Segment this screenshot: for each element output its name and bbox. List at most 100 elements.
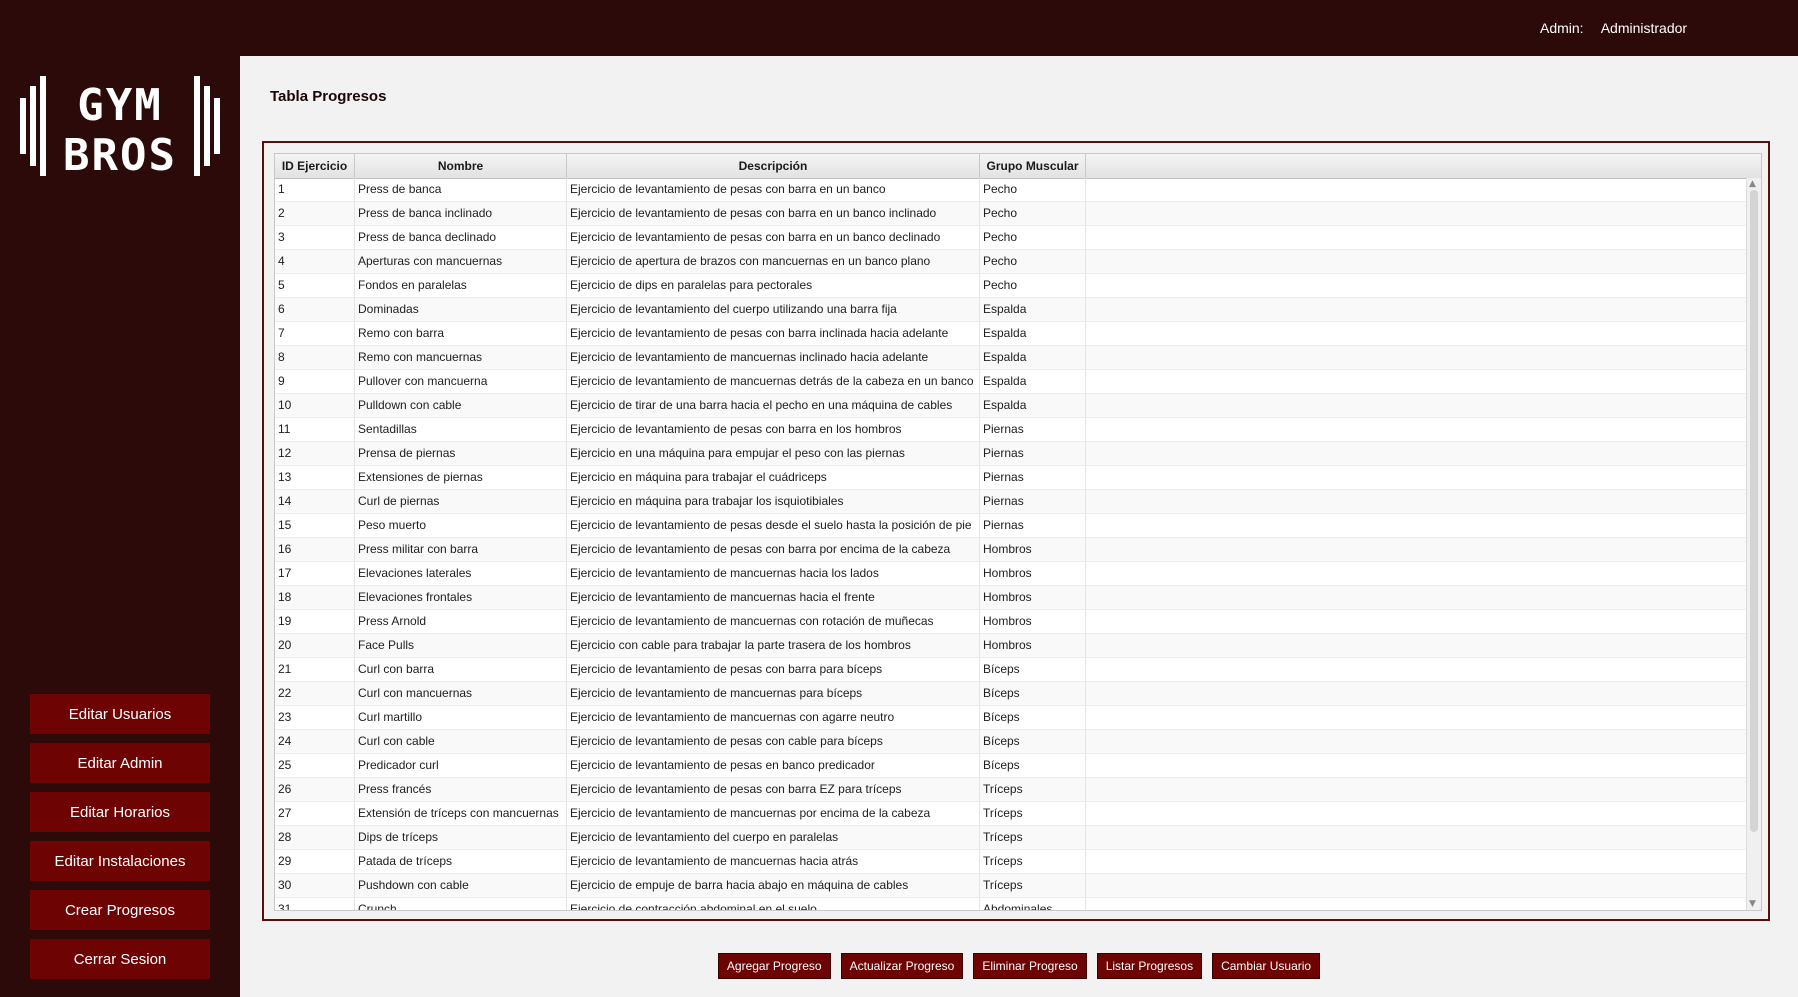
scrollbar-thumb[interactable] [1750, 190, 1758, 832]
cell-id: 27 [275, 802, 355, 825]
table-row[interactable]: 29 Patada de tríceps Ejercicio de levantam… [275, 850, 1748, 874]
cambiar-usuario-button[interactable]: Cambiar Usuario [1212, 953, 1321, 979]
cell-id: 5 [275, 274, 355, 297]
cell-filler [1086, 802, 1748, 825]
cell-grupo: Tríceps [980, 802, 1086, 825]
cell-filler [1086, 298, 1748, 321]
cell-descripcion: Ejercicio de levantamiento de mancuernas… [567, 706, 980, 729]
cell-descripcion: Ejercicio de levantamiento de pesas con … [567, 178, 980, 201]
progresos-table[interactable]: ID Ejercicio Nombre Descripción Grupo Mu… [274, 153, 1762, 911]
table-row[interactable]: 24 Curl con cable Ejercicio de levantamien… [275, 730, 1748, 754]
agregar-progreso-button[interactable]: Agregar Progreso [717, 953, 831, 979]
cell-nombre: Extensión de tríceps con mancuernas [355, 802, 567, 825]
cell-descripcion: Ejercicio de levantamiento de pesas con … [567, 778, 980, 801]
cell-descripcion: Ejercicio de levantamiento del cuerpo en… [567, 826, 980, 849]
cell-filler [1086, 634, 1748, 657]
cell-filler [1086, 898, 1748, 910]
cell-descripcion: Ejercicio de empuje de barra hacia abajo… [567, 874, 980, 897]
table-row[interactable]: 6 Dominadas Ejercicio de levantamiento del… [275, 298, 1748, 322]
editar-instalaciones-button[interactable]: Editar Instalaciones [30, 841, 210, 881]
table-row[interactable]: 11 Sentadillas Ejercicio de levantamiento … [275, 418, 1748, 442]
cell-filler [1086, 874, 1748, 897]
table-row[interactable]: 21 Curl con barra Ejercicio de levantamien… [275, 658, 1748, 682]
table-row[interactable]: 22 Curl con mancuernas Ejercicio de levant… [275, 682, 1748, 706]
cell-id: 25 [275, 754, 355, 777]
cell-filler [1086, 754, 1748, 777]
cell-nombre: Press francés [355, 778, 567, 801]
cell-descripcion: Ejercicio en una máquina para empujar el… [567, 442, 980, 465]
col-header-descripcion[interactable]: Descripción [567, 154, 980, 178]
cell-descripcion: Ejercicio de levantamiento de pesas en b… [567, 754, 980, 777]
cell-id: 7 [275, 322, 355, 345]
cell-id: 1 [275, 178, 355, 201]
cell-descripcion: Ejercicio de levantamiento de pesas con … [567, 730, 980, 753]
table-frame: ID Ejercicio Nombre Descripción Grupo Mu… [262, 141, 1770, 921]
table-row[interactable]: 9 Pullover con mancuerna Ejercicio de leva… [275, 370, 1748, 394]
cell-nombre: Pushdown con cable [355, 874, 567, 897]
table-row[interactable]: 2 Press de banca inclinado Ejercicio de le… [275, 202, 1748, 226]
cell-id: 15 [275, 514, 355, 537]
cell-id: 9 [275, 370, 355, 393]
table-row[interactable]: 23 Curl martillo Ejercicio de levantamient… [275, 706, 1748, 730]
col-header-nombre[interactable]: Nombre [355, 154, 567, 178]
cell-id: 11 [275, 418, 355, 441]
listar-progresos-button[interactable]: Listar Progresos [1096, 953, 1203, 979]
actualizar-progreso-button[interactable]: Actualizar Progreso [840, 953, 964, 979]
table-row[interactable]: 1 Press de banca Ejercicio de levantamient… [275, 178, 1748, 202]
table-row[interactable]: 20 Face Pulls Ejercicio con cable para tra… [275, 634, 1748, 658]
cell-filler [1086, 274, 1748, 297]
cell-filler [1086, 394, 1748, 417]
table-row[interactable]: 27 Extensión de tríceps con mancuernas Eje… [275, 802, 1748, 826]
table-row[interactable]: 10 Pulldown con cable Ejercicio de tirar d… [275, 394, 1748, 418]
scroll-up-icon[interactable]: ▲ [1749, 179, 1756, 189]
vertical-scrollbar[interactable]: ▲ ▼ [1746, 178, 1761, 910]
cell-nombre: Remo con mancuernas [355, 346, 567, 369]
editar-usuarios-button[interactable]: Editar Usuarios [30, 694, 210, 734]
cell-nombre: Elevaciones frontales [355, 586, 567, 609]
table-row[interactable]: 16 Press militar con barra Ejercicio de le… [275, 538, 1748, 562]
table-row[interactable]: 8 Remo con mancuernas Ejercicio de levanta… [275, 346, 1748, 370]
cell-grupo: Pecho [980, 274, 1086, 297]
cell-filler [1086, 346, 1748, 369]
table-row[interactable]: 25 Predicador curl Ejercicio de levantamie… [275, 754, 1748, 778]
cell-id: 16 [275, 538, 355, 561]
cell-filler [1086, 658, 1748, 681]
scroll-down-icon[interactable]: ▼ [1749, 899, 1756, 909]
table-row[interactable]: 26 Press francés Ejercicio de levantamient… [275, 778, 1748, 802]
cerrar-sesion-button[interactable]: Cerrar Sesion [30, 939, 210, 979]
cell-grupo: Espalda [980, 370, 1086, 393]
top-bar: Admin: Administrador [0, 0, 1798, 56]
table-row[interactable]: 15 Peso muerto Ejercicio de levantamiento … [275, 514, 1748, 538]
table-row[interactable]: 30 Pushdown con cable Ejercicio de empuje … [275, 874, 1748, 898]
table-row[interactable]: 7 Remo con barra Ejercicio de levantamient… [275, 322, 1748, 346]
cell-descripcion: Ejercicio de contracción abdominal en el… [567, 898, 980, 910]
eliminar-progreso-button[interactable]: Eliminar Progreso [973, 953, 1087, 979]
crear-progresos-button[interactable]: Crear Progresos [30, 890, 210, 930]
table-row[interactable]: 19 Press Arnold Ejercicio de levantamiento… [275, 610, 1748, 634]
editar-horarios-button[interactable]: Editar Horarios [30, 792, 210, 832]
table-row[interactable]: 13 Extensiones de piernas Ejercicio en máq… [275, 466, 1748, 490]
table-row[interactable]: 31 Crunch Ejercicio de contracción abdomin… [275, 898, 1748, 910]
logo-line2: BROS [63, 130, 177, 178]
table-row[interactable]: 5 Fondos en paralelas Ejercicio de dips en… [275, 274, 1748, 298]
table-row[interactable]: 4 Aperturas con mancuernas Ejercicio de ap… [275, 250, 1748, 274]
cell-descripcion: Ejercicio de levantamiento de pesas con … [567, 202, 980, 225]
cell-filler [1086, 202, 1748, 225]
cell-id: 20 [275, 634, 355, 657]
cell-nombre: Press de banca inclinado [355, 202, 567, 225]
table-row[interactable]: 18 Elevaciones frontales Ejercicio de leva… [275, 586, 1748, 610]
table-row[interactable]: 14 Curl de piernas Ejercicio en máquina pa… [275, 490, 1748, 514]
cell-grupo: Espalda [980, 394, 1086, 417]
col-header-id[interactable]: ID Ejercicio [275, 154, 355, 178]
page-title: Tabla Progresos [270, 88, 387, 105]
editar-admin-button[interactable]: Editar Admin [30, 743, 210, 783]
cell-id: 6 [275, 298, 355, 321]
cell-filler [1086, 418, 1748, 441]
table-row[interactable]: 12 Prensa de piernas Ejercicio en una máqu… [275, 442, 1748, 466]
cell-grupo: Tríceps [980, 874, 1086, 897]
col-header-grupo[interactable]: Grupo Muscular [980, 154, 1086, 178]
table-row[interactable]: 17 Elevaciones laterales Ejercicio de leva… [275, 562, 1748, 586]
table-row[interactable]: 3 Press de banca declinado Ejercicio de le… [275, 226, 1748, 250]
table-row[interactable]: 28 Dips de tríceps Ejercicio de levantamie… [275, 826, 1748, 850]
cell-nombre: Dips de tríceps [355, 826, 567, 849]
